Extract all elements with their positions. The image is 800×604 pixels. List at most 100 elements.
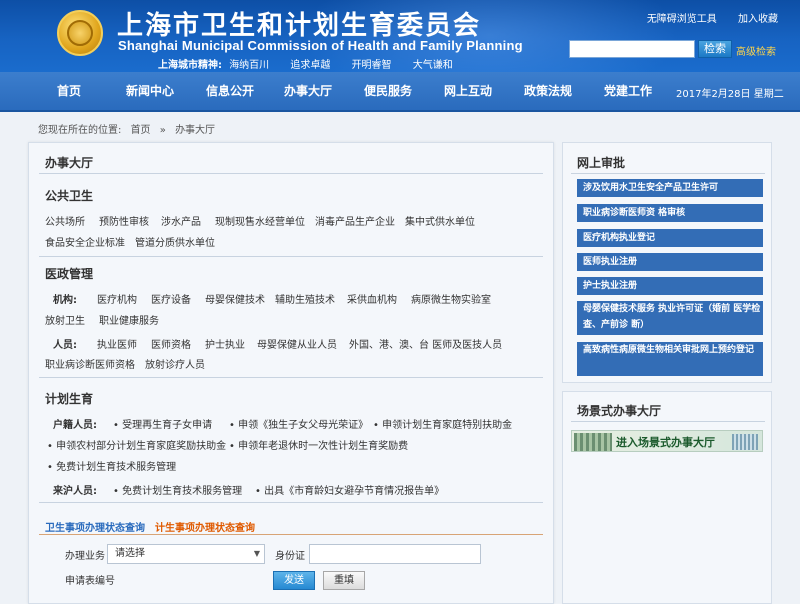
tab-underline xyxy=(39,534,543,535)
service-link[interactable]: • 免费计划生育技术服务管理 xyxy=(113,482,242,497)
service-link[interactable]: • 申领年老退休时一次性计划生育奖励费 xyxy=(229,437,408,452)
divider xyxy=(571,173,765,174)
divider xyxy=(39,173,543,174)
divider xyxy=(39,377,543,378)
online-approval-title: 网上审批 xyxy=(577,156,626,170)
add-favorite-link[interactable]: 加入收藏 xyxy=(738,14,778,25)
chevron-down-icon: ▼ xyxy=(253,549,260,558)
site-title-en: Shanghai Municipal Commission of Health … xyxy=(118,38,523,53)
service-link[interactable]: 母婴保健从业人员 xyxy=(257,336,337,351)
service-link[interactable]: 职业健康服务 xyxy=(99,312,159,327)
online-approval-item[interactable]: 护士执业注册 xyxy=(577,277,763,295)
current-date: 2017年2月28日 星期二 xyxy=(676,89,784,100)
idcard-input[interactable] xyxy=(309,544,481,564)
divider xyxy=(571,421,765,422)
idcard-label: 身份证 xyxy=(275,551,305,562)
shanghai-emblem-logo[interactable] xyxy=(57,10,103,56)
site-header: 上海市卫生和计划生育委员会 Shanghai Municipal Commiss… xyxy=(0,0,800,72)
online-approval-panel: 网上审批 涉及饮用水卫生安全产品卫生许可 职业病诊断医师资 格审核 医疗机构执业… xyxy=(562,142,772,383)
service-link[interactable]: 医疗设备 xyxy=(151,291,191,306)
service-link[interactable]: 医师资格 xyxy=(151,336,191,351)
service-link[interactable]: • 受理再生育子女申请 xyxy=(113,416,212,431)
city-spirit: 上海城市精神: 海纳百川 追求卓越 开明睿智 大气谦和 xyxy=(158,56,471,71)
service-link[interactable]: • 申领计划生育家庭特别扶助金 xyxy=(373,416,512,431)
breadcrumb-home[interactable]: 首页 xyxy=(131,125,151,136)
scene-banner-text: 进入场景式办事大厅 xyxy=(616,436,715,449)
service-link[interactable]: 预防性审核 xyxy=(99,213,149,228)
resident-label: 户籍人员: xyxy=(53,420,97,431)
business-select-value: 请选择 xyxy=(115,548,145,559)
service-link[interactable]: 放射卫生 xyxy=(45,312,85,327)
city-spirit-item: 海纳百川 xyxy=(229,60,270,71)
scene-hall-title: 场景式办事大厅 xyxy=(577,404,662,418)
service-link[interactable]: • 出具《市育龄妇女避孕节育情况报告单》 xyxy=(255,482,444,497)
city-spirit-label: 上海城市精神: xyxy=(158,60,222,71)
search-button[interactable]: 检索 xyxy=(698,40,732,58)
service-link[interactable]: 食品安全企业标准 xyxy=(45,234,125,249)
nav-item-interaction[interactable]: 网上互动 xyxy=(436,72,500,110)
org-label: 机构: xyxy=(53,295,77,306)
service-link[interactable]: • 申领农村部分计划生育家庭奖励扶助金 xyxy=(47,437,226,452)
service-link[interactable]: 集中式供水单位 xyxy=(405,213,475,228)
person-label: 人员: xyxy=(53,340,77,351)
divider xyxy=(39,256,543,257)
main-nav: 首页 新闻中心 信息公开 办事大厅 便民服务 网上互动 政策法规 党建工作 20… xyxy=(0,72,800,112)
panel-title: 办事大厅 xyxy=(45,156,94,170)
scene-hall-panel: 场景式办事大厅 进入场景式办事大厅 xyxy=(562,391,772,604)
online-approval-item[interactable]: 涉及饮用水卫生安全产品卫生许可 xyxy=(577,179,763,197)
migrant-label: 来沪人员: xyxy=(53,486,97,497)
business-label: 办理业务 xyxy=(65,551,105,562)
service-hall-panel: 办事大厅 公共卫生 公共场所 预防性审核 涉水产品 现制现售水经营单位 消毒产品… xyxy=(28,142,554,604)
online-approval-item[interactable]: 医师执业注册 xyxy=(577,253,763,271)
breadcrumb-label: 您现在所在的位置: xyxy=(38,125,122,136)
service-link[interactable]: 病原微生物实验室 xyxy=(411,291,491,306)
section-title-public-health: 公共卫生 xyxy=(45,189,94,203)
service-link[interactable]: 外国、港、澳、台 医师及医技人员 xyxy=(349,336,502,351)
service-link[interactable]: 医疗机构 xyxy=(97,291,137,306)
online-approval-item[interactable]: 职业病诊断医师资 格审核 xyxy=(577,204,763,222)
nav-item-service-hall[interactable]: 办事大厅 xyxy=(276,72,340,110)
nav-item-home[interactable]: 首页 xyxy=(40,72,98,110)
service-link[interactable]: 现制现售水经营单位 xyxy=(215,213,305,228)
nav-item-news[interactable]: 新闻中心 xyxy=(118,72,182,110)
service-link[interactable]: 辅助生殖技术 xyxy=(275,291,335,306)
service-link[interactable]: 放射诊疗人员 xyxy=(145,356,205,371)
service-link[interactable]: • 申领《独生子女父母光荣证》 xyxy=(229,416,368,431)
nav-item-party[interactable]: 党建工作 xyxy=(596,72,660,110)
building-illustration-icon xyxy=(732,434,758,450)
form-number-label: 申请表编号 xyxy=(65,576,115,587)
service-link[interactable]: 职业病诊断医师资格 xyxy=(45,356,135,371)
service-link[interactable]: 护士执业 xyxy=(205,336,245,351)
section-title-medical: 医政管理 xyxy=(45,267,94,281)
section-title-family-planning: 计划生育 xyxy=(45,392,94,406)
service-link[interactable]: 执业医师 xyxy=(97,336,137,351)
search-input[interactable] xyxy=(569,40,695,58)
business-select[interactable]: 请选择 ▼ xyxy=(107,544,265,564)
nav-item-convenience[interactable]: 便民服务 xyxy=(356,72,420,110)
nav-item-info[interactable]: 信息公开 xyxy=(198,72,262,110)
city-spirit-item: 追求卓越 xyxy=(290,60,331,71)
service-link[interactable]: 涉水产品 xyxy=(161,213,201,228)
online-approval-item[interactable]: 医疗机构执业登记 xyxy=(577,229,763,247)
breadcrumb: 您现在所在的位置: 首页 » 办事大厅 xyxy=(38,121,221,136)
nav-item-policy[interactable]: 政策法规 xyxy=(516,72,580,110)
service-link[interactable]: 消毒产品生产企业 xyxy=(315,213,395,228)
breadcrumb-current[interactable]: 办事大厅 xyxy=(175,125,215,136)
online-approval-item[interactable]: 高致病性病原微生物相关审批网上预约登记 xyxy=(577,342,763,376)
tab-health-status-query[interactable]: 卫生事项办理状态查询 xyxy=(45,519,145,534)
tab-family-planning-status-query[interactable]: 计生事项办理状态查询 xyxy=(155,519,255,534)
service-link[interactable]: 公共场所 xyxy=(45,213,85,228)
breadcrumb-separator: » xyxy=(159,125,166,136)
reset-button[interactable]: 重填 xyxy=(323,571,365,590)
service-link[interactable]: 采供血机构 xyxy=(347,291,397,306)
site-title-cn: 上海市卫生和计划生育委员会 xyxy=(117,11,482,41)
city-spirit-item: 开明睿智 xyxy=(351,60,392,71)
service-link[interactable]: • 免费计划生育技术服务管理 xyxy=(47,458,176,473)
submit-button[interactable]: 发送 xyxy=(273,571,315,590)
service-link[interactable]: 母婴保健技术 xyxy=(205,291,265,306)
service-link[interactable]: 管道分质供水单位 xyxy=(135,234,215,249)
accessibility-link[interactable]: 无障碍浏览工具 xyxy=(647,14,717,25)
scene-hall-banner[interactable]: 进入场景式办事大厅 xyxy=(571,430,763,452)
advanced-search-link[interactable]: 高级检索 xyxy=(736,43,776,58)
online-approval-item[interactable]: 母婴保健技术服务 执业许可证（婚前 医学检查、产前诊 断） xyxy=(577,301,763,335)
